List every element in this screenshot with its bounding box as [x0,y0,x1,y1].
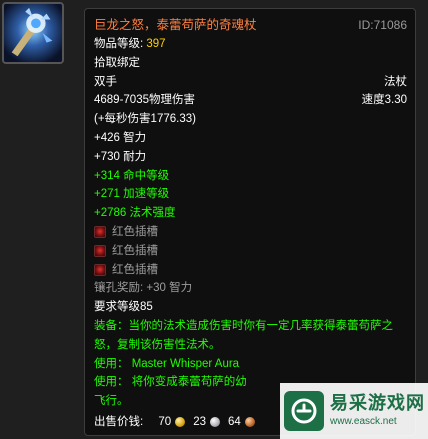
item-level-value: 397 [146,38,166,50]
sell-gold: 70 [158,415,172,428]
socket-row: 红色插槽 [94,261,407,280]
equip-effect: 装备：当你的法术造成伤害时你有一定几率获得泰蕾苟萨之怒，复制该伤害性法术。 [94,319,393,351]
weapon-type: 法杖 [384,75,407,88]
item-tooltip: 巨龙之怒，泰蕾苟萨的奇魂杖 ID:71086 物品等级: 397 拾取绑定 双手… [84,8,416,436]
item-id: ID:71086 [358,18,407,32]
stat-intellect: +426 智力 [94,131,147,144]
site-logo-icon [284,391,324,431]
sell-price-label: 出售价钱: [94,415,144,428]
item-name: 巨龙之怒，泰蕾苟萨的奇魂杖 [94,18,257,32]
hand-type: 双手 [94,75,117,88]
socket-bonus: 镶孔奖励: +30 智力 [94,282,193,295]
bind-type: 拾取绑定 [94,56,140,69]
socket-row: 红色插槽 [94,223,407,242]
weapon-speed: 速度3.30 [361,94,407,107]
socket-label: 红色插槽 [112,225,158,238]
watermark-name: 易采游戏网 [330,393,425,414]
dps: (+每秒伤害1776.33) [94,113,196,126]
site-watermark: 易采游戏网 www.easck.net [280,383,428,439]
item-icon[interactable] [2,2,64,64]
item-title-row: 巨龙之怒，泰蕾苟萨的奇魂杖 ID:71086 [94,15,407,35]
silver-coin-icon [210,416,220,427]
gold-coin-icon [175,416,186,427]
required-level: 要求等级85 [94,301,153,314]
stat-haste: +271 加速等级 [94,188,170,201]
item-level-label: 物品等级: [94,38,147,50]
stat-stamina: +730 耐力 [94,150,147,163]
copper-coin-icon [244,416,255,427]
item-level-row: 物品等级: 397 [94,35,407,54]
socket-label: 红色插槽 [112,263,158,276]
red-socket-icon [94,226,106,239]
watermark-url: www.easck.net [330,416,397,427]
sell-copper: 64 [228,415,241,428]
stat-hit: +314 命中等级 [94,169,170,182]
stat-spellpower: +2786 法术强度 [94,207,176,220]
sell-silver: 23 [193,415,206,428]
use-effect-1: 使用： Master Whisper Aura [94,357,240,370]
staff-item-icon [4,4,62,62]
red-socket-icon [94,263,106,276]
socket-row: 红色插槽 [94,242,407,261]
damage-row: 4689-7035物理伤害 速度3.30 [94,91,407,110]
damage-range: 4689-7035物理伤害 [94,94,195,107]
red-socket-icon [94,245,106,258]
socket-label: 红色插槽 [112,244,158,257]
slot-row: 双手 法杖 [94,73,407,92]
